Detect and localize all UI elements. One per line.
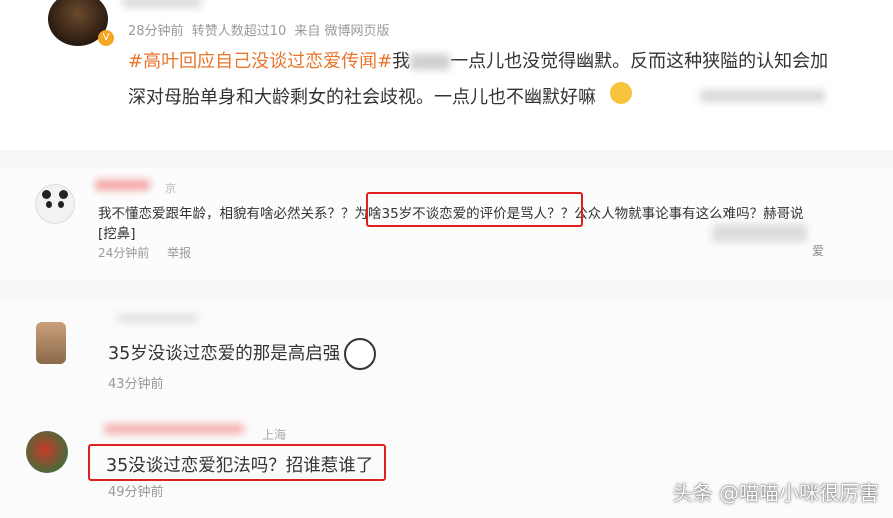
comment-actions-redacted[interactable]: [712, 224, 807, 242]
comment-text: 35岁没谈过恋爱的那是高启强: [108, 344, 341, 364]
commenter-name[interactable]: [95, 180, 150, 190]
panda-ear-icon: [59, 190, 68, 199]
comment-right-fragment: 爱: [812, 244, 825, 258]
comment-text-part: ？公众人物就事论事有这么难吗？赫哥说: [560, 206, 804, 222]
avatar[interactable]: [36, 322, 66, 364]
comment-text-part: 我不懂恋爱跟年龄，相貌有啥必然关系？？: [98, 206, 355, 222]
panda-eye-icon: [58, 201, 64, 208]
post-text-line2-content: 深对母胎单身和大龄剩女的社会歧视。一点儿也不幽默好嘛: [128, 87, 596, 108]
post-source: 来自 微博网页版: [294, 24, 390, 39]
commenter-name[interactable]: [118, 314, 198, 322]
avatar[interactable]: [26, 431, 68, 473]
verified-badge-icon: V: [98, 30, 114, 46]
comment-text-line2: [挖鼻]: [98, 226, 136, 242]
post-actions-redacted[interactable]: [700, 90, 825, 102]
post-text-line1: #高叶回应自己没谈过恋爱传闻#我 一点儿也没觉得幽默。反而这种狭隘的认知会加: [128, 47, 828, 73]
panda-eye-icon: [46, 201, 52, 208]
comment-footer: 24分钟前 举报: [98, 244, 191, 261]
highlight-box: [88, 444, 386, 481]
post-time[interactable]: 28分钟前: [128, 24, 184, 39]
weibo-post-card: V 28分钟前 转赞人数超过10 来自 微博网页版 #高叶回应自己没谈过恋爱传闻…: [0, 0, 893, 150]
comment-item: 京 我不懂恋爱跟年龄，相貌有啥必然关系？？为啥35岁不谈恋爱的评价是骂人？？公众…: [0, 168, 893, 280]
comment-time[interactable]: 43分钟前: [108, 373, 164, 392]
comment-time[interactable]: 49分钟前: [108, 481, 164, 500]
panda-avatar[interactable]: [35, 184, 75, 224]
report-link[interactable]: 举报: [167, 246, 191, 260]
highlight-box: [366, 192, 583, 227]
post-author-name[interactable]: [122, 0, 202, 8]
post-meta: 28分钟前 转赞人数超过10 来自 微博网页版: [128, 20, 390, 39]
comment-location: 上海: [262, 428, 287, 442]
comment-time[interactable]: 24分钟前: [98, 246, 149, 260]
post-text-line2: 深对母胎单身和大龄剩女的社会歧视。一点儿也不幽默好嘛: [128, 83, 596, 109]
watermark: 头条 @喵喵小咪很厉害: [672, 481, 879, 505]
hashtag-link[interactable]: #高叶回应自己没谈过恋爱传闻#: [128, 51, 392, 72]
post-text-rest: 一点儿也没觉得幽默。反而这种狭隘的认知会加: [450, 51, 829, 72]
panda-ear-icon: [42, 190, 51, 199]
commenter-name[interactable]: [104, 424, 244, 434]
crying-face-icon: [344, 338, 376, 370]
comment-location: 京: [165, 182, 176, 195]
post-text-fragment: 我: [392, 51, 411, 72]
post-reposts: 转赞人数超过10: [191, 24, 287, 39]
mention-redacted[interactable]: [410, 54, 451, 70]
grin-emoji-icon: [610, 82, 632, 104]
